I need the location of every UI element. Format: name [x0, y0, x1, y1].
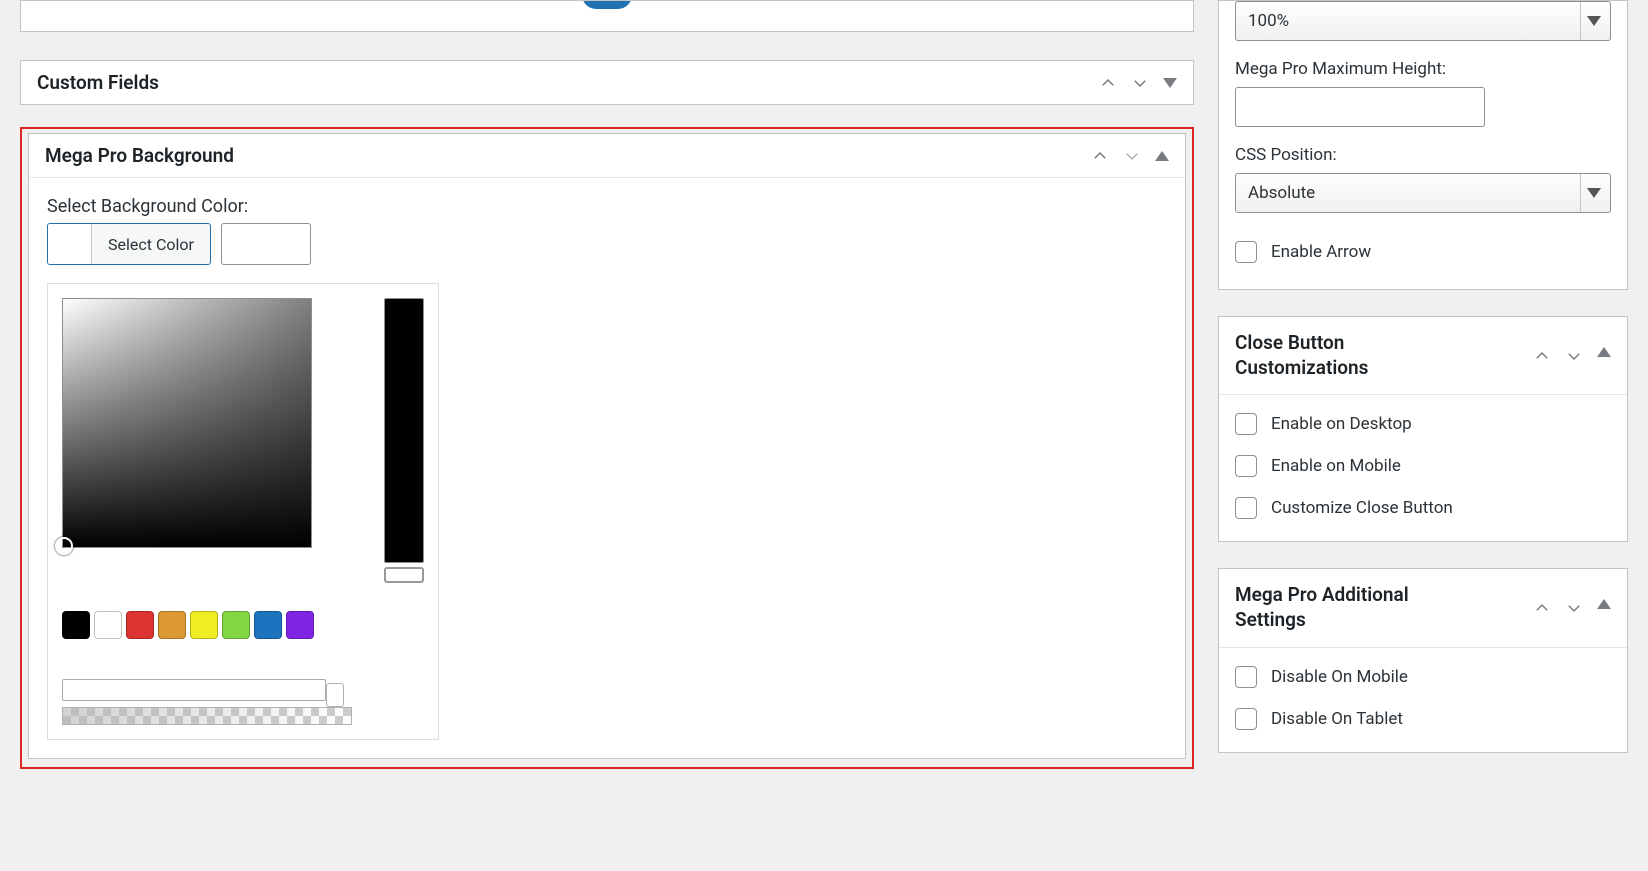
- enable-arrow-checkbox[interactable]: [1235, 241, 1257, 263]
- mega-pro-background-header[interactable]: Mega Pro Background: [29, 134, 1185, 178]
- close-button-customizations-panel: Close Button Customizations Enable on De…: [1218, 316, 1628, 542]
- disable-on-mobile-label: Disable On Mobile: [1271, 667, 1408, 687]
- custom-fields-panel: Custom Fields: [20, 60, 1194, 105]
- mega-pro-additional-settings-header[interactable]: Mega Pro Additional Settings: [1219, 569, 1627, 647]
- close-button-customizations-title: Close Button Customizations: [1235, 331, 1465, 380]
- move-down-icon[interactable]: [1565, 599, 1583, 617]
- color-hex-input[interactable]: [221, 223, 311, 265]
- max-height-input[interactable]: [1235, 87, 1485, 127]
- swatch-black[interactable]: [62, 611, 90, 639]
- swatch-purple[interactable]: [286, 611, 314, 639]
- toggle-collapse-icon[interactable]: [1155, 151, 1169, 161]
- alpha-slider[interactable]: [62, 707, 352, 725]
- color-picker: [47, 283, 439, 740]
- swatch-yellow[interactable]: [190, 611, 218, 639]
- move-up-icon[interactable]: [1533, 599, 1551, 617]
- custom-fields-title: Custom Fields: [37, 71, 159, 94]
- chevron-down-icon: [1580, 2, 1610, 40]
- disable-on-tablet-checkbox[interactable]: [1235, 708, 1257, 730]
- sv-handle[interactable]: [55, 537, 73, 555]
- current-color-swatch: [48, 224, 92, 264]
- enable-arrow-label: Enable Arrow: [1271, 242, 1371, 262]
- swatch-green[interactable]: [222, 611, 250, 639]
- saturation-value-area[interactable]: [62, 298, 312, 548]
- toggle-collapse-icon[interactable]: [1597, 599, 1611, 617]
- css-position-select[interactable]: Absolute: [1235, 173, 1611, 213]
- toggle-collapse-icon[interactable]: [1597, 347, 1611, 365]
- mega-pro-background-title: Mega Pro Background: [45, 144, 234, 167]
- add-block-button-clip[interactable]: [582, 0, 632, 9]
- mega-pro-additional-settings-title: Mega Pro Additional Settings: [1235, 583, 1465, 632]
- enable-desktop-label: Enable on Desktop: [1271, 414, 1412, 434]
- preset-swatches: [62, 611, 352, 639]
- enable-desktop-checkbox[interactable]: [1235, 413, 1257, 435]
- disable-on-mobile-checkbox[interactable]: [1235, 666, 1257, 688]
- alpha-track-top[interactable]: [62, 679, 326, 701]
- swatch-orange[interactable]: [158, 611, 186, 639]
- move-up-icon[interactable]: [1533, 347, 1551, 365]
- move-down-icon[interactable]: [1123, 147, 1141, 165]
- width-select-value: 100%: [1248, 11, 1289, 31]
- enable-mobile-checkbox[interactable]: [1235, 455, 1257, 477]
- swatch-red[interactable]: [126, 611, 154, 639]
- swatch-blue[interactable]: [254, 611, 282, 639]
- customize-close-button-checkbox[interactable]: [1235, 497, 1257, 519]
- annotation-highlight: Mega Pro Background Select Background Co…: [20, 127, 1194, 769]
- custom-fields-header[interactable]: Custom Fields: [21, 61, 1193, 104]
- max-height-label: Mega Pro Maximum Height:: [1235, 59, 1611, 79]
- chevron-down-icon: [1580, 174, 1610, 212]
- customize-close-button-label: Customize Close Button: [1271, 498, 1453, 518]
- enable-mobile-label: Enable on Mobile: [1271, 456, 1401, 476]
- disable-on-tablet-label: Disable On Tablet: [1271, 709, 1403, 729]
- hue-handle[interactable]: [384, 567, 424, 583]
- move-down-icon[interactable]: [1131, 74, 1149, 92]
- css-position-label: CSS Position:: [1235, 145, 1611, 165]
- select-color-button[interactable]: Select Color: [47, 223, 211, 265]
- close-button-customizations-header[interactable]: Close Button Customizations: [1219, 317, 1627, 395]
- mega-pro-dimensions-panel: 100% Mega Pro Maximum Height: CSS Positi…: [1218, 0, 1628, 290]
- css-position-value: Absolute: [1248, 183, 1315, 203]
- bg-color-label: Select Background Color:: [47, 196, 1167, 217]
- move-down-icon[interactable]: [1565, 347, 1583, 365]
- width-select[interactable]: 100%: [1235, 1, 1611, 41]
- swatch-white[interactable]: [94, 611, 122, 639]
- select-color-label: Select Color: [92, 224, 210, 264]
- mega-pro-background-panel: Mega Pro Background Select Background Co…: [28, 133, 1186, 759]
- mega-pro-additional-settings-panel: Mega Pro Additional Settings Disable On …: [1218, 568, 1628, 752]
- move-up-icon[interactable]: [1091, 147, 1109, 165]
- hue-slider[interactable]: [384, 298, 424, 563]
- alpha-handle[interactable]: [326, 683, 344, 707]
- move-up-icon[interactable]: [1099, 74, 1117, 92]
- top-panel: [20, 0, 1194, 32]
- toggle-collapse-icon[interactable]: [1163, 78, 1177, 88]
